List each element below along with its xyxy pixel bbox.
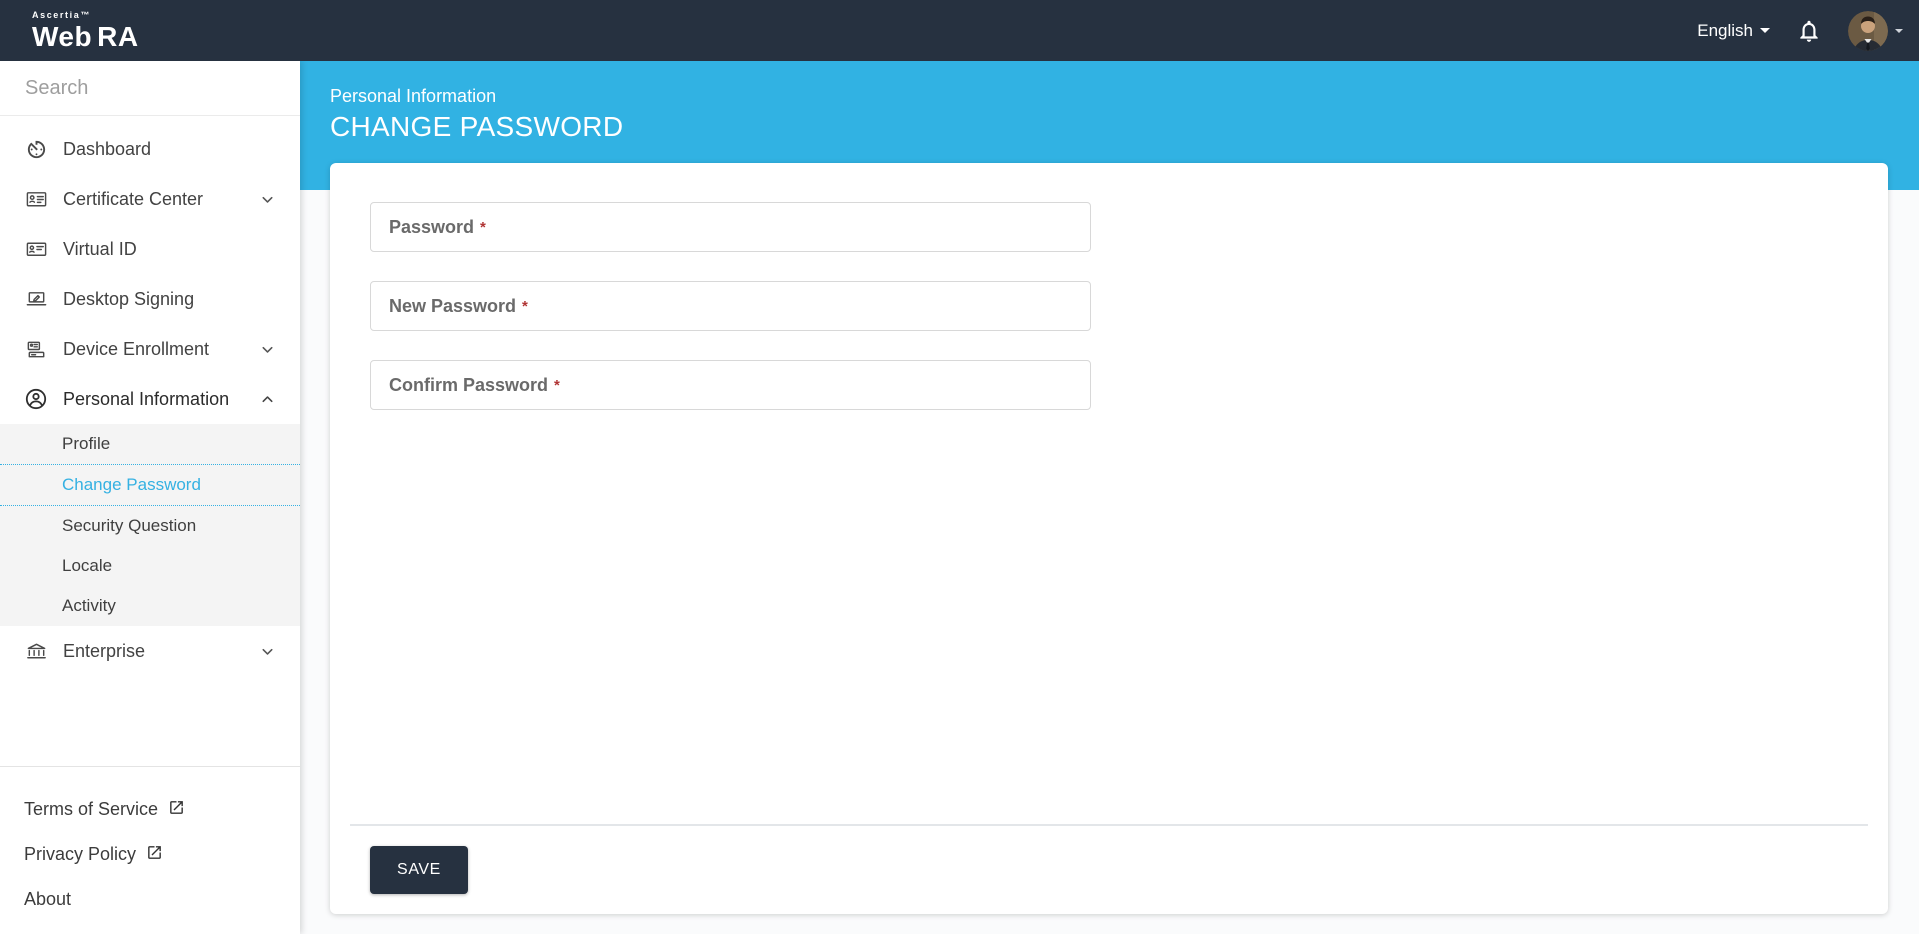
change-password-card: Password * New Password * Confirm Passwo…: [330, 163, 1888, 914]
terms-of-service-link[interactable]: Terms of Service: [0, 787, 300, 832]
chevron-down-icon: [259, 191, 276, 208]
desktop-signing-icon: [24, 287, 48, 311]
required-asterisk: *: [522, 297, 528, 315]
new-password-field-label: New Password: [389, 295, 517, 316]
person-circle-icon: [24, 387, 48, 411]
privacy-policy-link[interactable]: Privacy Policy: [0, 832, 300, 877]
language-label: English: [1697, 20, 1753, 40]
breadcrumb: Personal Information: [330, 86, 497, 106]
main-content: Personal Information CHANGE PASSWORD Pas…: [300, 61, 1919, 934]
password-field[interactable]: Password *: [370, 202, 1091, 252]
subitem-label: Profile: [62, 434, 111, 453]
sidebar-menu: Dashboard Certificate Center Virtual ID …: [0, 116, 300, 676]
sidebar-subitem-locale[interactable]: Locale: [0, 546, 300, 586]
notifications-bell-icon[interactable]: [1796, 18, 1822, 44]
bank-icon: [24, 639, 48, 663]
sidebar-item-label: Virtual ID: [63, 238, 137, 259]
sidebar-item-desktop-signing[interactable]: Desktop Signing: [0, 274, 300, 324]
personal-information-submenu: Profile Change Password Security Questio…: [0, 424, 300, 626]
brand-ascertia: Ascertia™: [32, 9, 91, 20]
sidebar-item-personal-information[interactable]: Personal Information: [0, 374, 300, 424]
sidebar-item-label: Desktop Signing: [63, 288, 195, 309]
subitem-label: Change Password: [62, 475, 201, 494]
sidebar-footer: Terms of Service Privacy Policy About: [0, 766, 300, 934]
new-password-field[interactable]: New Password *: [370, 281, 1091, 331]
required-asterisk: *: [480, 218, 486, 236]
footer-link-label: Privacy Policy: [24, 844, 137, 864]
chevron-up-icon: [259, 391, 276, 408]
sidebar-subitem-activity[interactable]: Activity: [0, 586, 300, 626]
sidebar: Dashboard Certificate Center Virtual: [0, 61, 300, 934]
avatar: [1848, 10, 1888, 51]
subitem-label: Activity: [62, 596, 116, 615]
confirm-password-field[interactable]: Confirm Password *: [370, 360, 1091, 410]
confirm-password-field-label: Confirm Password: [389, 374, 549, 395]
caret-down-icon: [1760, 28, 1770, 33]
caret-down-icon: [1895, 28, 1903, 33]
external-link-icon: [168, 799, 185, 821]
subitem-label: Security Question: [62, 516, 197, 535]
about-link[interactable]: About: [0, 877, 300, 922]
brand-webra: Web RA: [32, 20, 139, 52]
sidebar-subitem-profile[interactable]: Profile: [0, 424, 300, 464]
user-menu[interactable]: [1848, 10, 1903, 51]
chevron-down-icon: [259, 643, 276, 660]
main-layout: Dashboard Certificate Center Virtual: [0, 61, 1919, 934]
page-title: CHANGE PASSWORD: [330, 111, 624, 142]
brand-logo[interactable]: Ascertia™ Web RA: [32, 9, 139, 52]
dashboard-gauge-icon: [24, 137, 48, 161]
required-asterisk: *: [554, 376, 560, 394]
form-divider: [350, 824, 1868, 826]
footer-link-label: About: [24, 889, 72, 909]
search-input[interactable]: [25, 76, 275, 100]
sidebar-search: [0, 61, 300, 116]
sidebar-item-certificate-center[interactable]: Certificate Center: [0, 174, 300, 224]
certificate-icon: [24, 187, 48, 211]
top-navbar: Ascertia™ Web RA English: [0, 0, 1919, 61]
webra-app: Ascertia™ Web RA English Search Dashboar…: [0, 0, 1919, 934]
sidebar-item-device-enrollment[interactable]: Device Enrollment: [0, 324, 300, 374]
id-card-icon: [24, 237, 48, 261]
external-link-icon: [146, 844, 163, 866]
save-button[interactable]: SAVE: [370, 846, 468, 894]
sidebar-item-label: Dashboard: [63, 138, 152, 159]
chevron-down-icon: [259, 341, 276, 358]
footer-link-label: Terms of Service: [24, 799, 159, 819]
device-enrollment-icon: [24, 337, 48, 361]
sidebar-item-virtual-id[interactable]: Virtual ID: [0, 224, 300, 274]
sidebar-item-label: Certificate Center: [63, 188, 204, 209]
sidebar-item-enterprise[interactable]: Enterprise: [0, 626, 300, 676]
sidebar-item-label: Enterprise: [63, 640, 146, 661]
subitem-label: Locale: [62, 556, 113, 575]
sidebar-subitem-security-question[interactable]: Security Question: [0, 506, 300, 546]
sidebar-subitem-change-password[interactable]: Change Password: [0, 464, 300, 506]
sidebar-item-dashboard[interactable]: Dashboard: [0, 124, 300, 174]
sidebar-item-label: Personal Information: [63, 388, 230, 409]
sidebar-item-label: Device Enrollment: [63, 338, 210, 359]
password-field-label: Password: [389, 216, 475, 237]
language-selector[interactable]: English: [1697, 21, 1770, 41]
navbar-right: English: [1697, 10, 1903, 51]
